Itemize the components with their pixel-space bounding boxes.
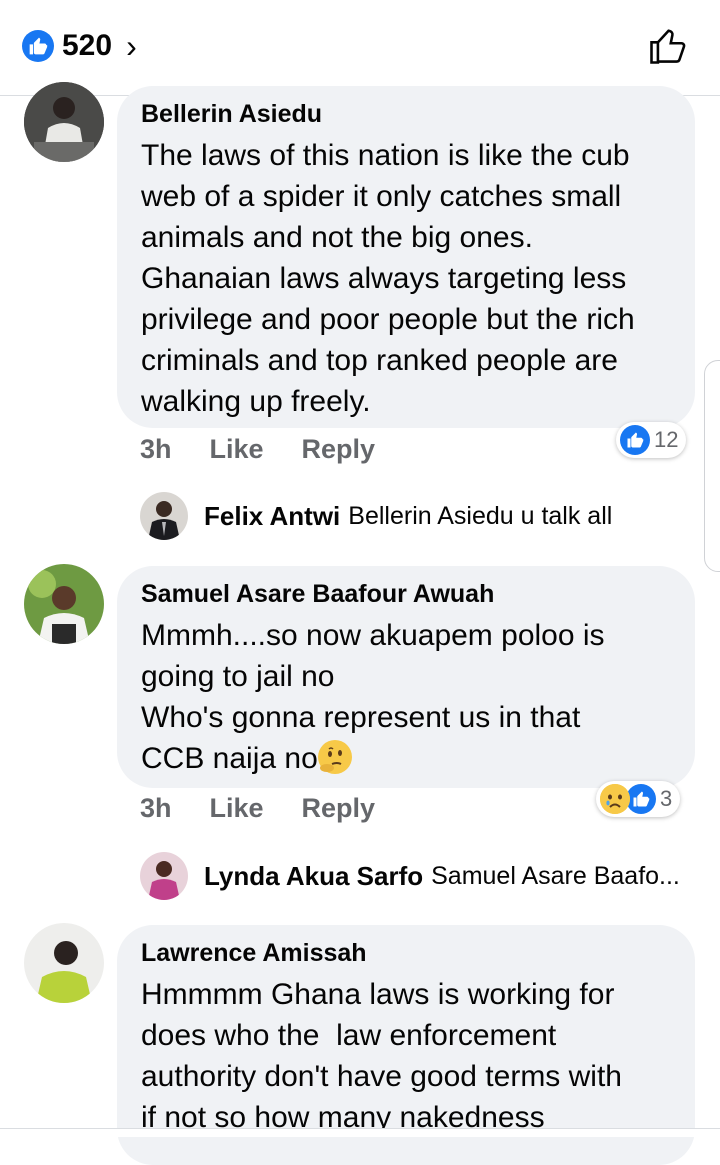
scroll-handle[interactable]	[704, 360, 720, 572]
sad-reaction-icon	[600, 784, 630, 814]
reply-preview[interactable]: Lynda Akua Sarfo Samuel Asare Baafo...	[140, 852, 680, 900]
reply-snippet: Bellerin Asiedu u talk all	[348, 501, 613, 530]
avatar[interactable]	[24, 564, 104, 644]
comment-author[interactable]: Bellerin Asiedu	[141, 100, 671, 129]
reaction-count: 3	[660, 786, 673, 811]
chevron-right-icon[interactable]: ›	[126, 30, 137, 62]
comment-time[interactable]: 3h	[140, 793, 172, 824]
avatar-photo	[24, 923, 104, 1003]
avatar-photo	[24, 82, 104, 162]
reactions-header: 520 ›	[0, 0, 720, 96]
comment-actions: 3h Like Reply	[140, 434, 375, 465]
like-button[interactable]: Like	[210, 434, 264, 465]
comment-bubble[interactable]: Samuel Asare Baafour Awuah Mmmh....so no…	[117, 566, 695, 788]
reply-author[interactable]: Felix Antwi	[204, 501, 340, 532]
comment-actions: 3h Like Reply	[140, 793, 375, 824]
reply-button[interactable]: Reply	[302, 434, 376, 465]
reaction-summary[interactable]: 520 ›	[22, 28, 137, 64]
comment-text: Mmmh....so now akuapem poloo is going to…	[141, 619, 605, 775]
reply-preview[interactable]: Felix Antwi Bellerin Asiedu u talk all	[140, 492, 612, 540]
like-reaction-icon	[626, 784, 656, 814]
avatar[interactable]	[24, 923, 104, 1003]
comment-text: Hmmmm Ghana laws is working for does who…	[141, 978, 622, 1134]
avatar[interactable]	[24, 82, 104, 162]
like-reaction-icon	[22, 30, 54, 62]
comment-time[interactable]: 3h	[140, 434, 172, 465]
reply-snippet: Samuel Asare Baafo...	[431, 861, 680, 890]
like-reaction-icon	[620, 425, 650, 455]
reaction-badge[interactable]: 3	[596, 781, 681, 817]
reply-author[interactable]: Lynda Akua Sarfo	[204, 861, 423, 892]
avatar	[140, 852, 188, 900]
avatar-photo	[24, 564, 104, 644]
like-outline-icon[interactable]	[646, 24, 690, 68]
reaction-badge[interactable]: 12	[616, 422, 687, 458]
reaction-count: 12	[654, 427, 679, 452]
like-button[interactable]: Like	[210, 793, 264, 824]
comment-text: The laws of this nation is like the cub …	[141, 139, 635, 418]
comment-author[interactable]: Samuel Asare Baafour Awuah	[141, 580, 671, 609]
comment-author[interactable]: Lawrence Amissah	[141, 939, 671, 968]
thinking-face-icon	[317, 740, 352, 774]
comment-bubble[interactable]: Bellerin Asiedu The laws of this nation …	[117, 86, 695, 428]
reply-button[interactable]: Reply	[302, 793, 376, 824]
like-count: 520	[62, 29, 113, 62]
avatar	[140, 492, 188, 540]
